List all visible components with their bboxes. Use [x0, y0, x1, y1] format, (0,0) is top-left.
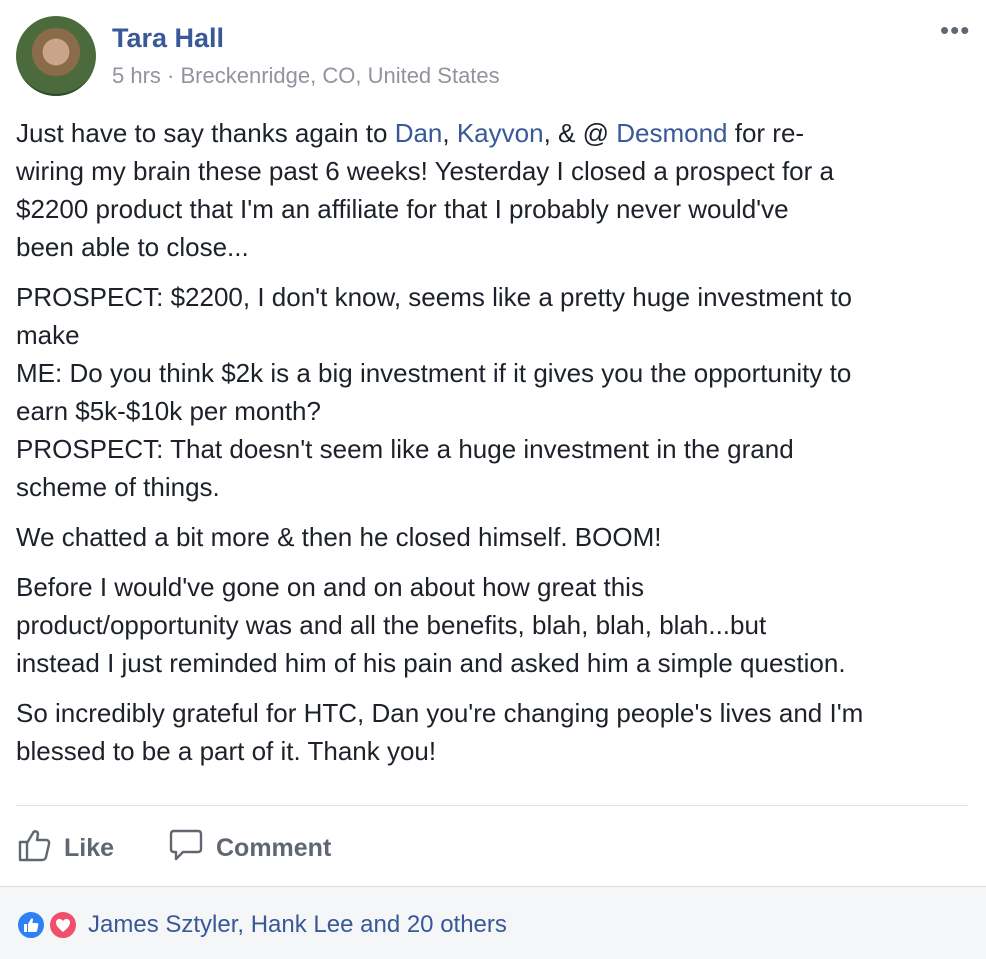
post-meta: 5 hrs · Breckenridge, CO, United States: [112, 62, 500, 90]
text-line: PROSPECT: $2200, I don't know, seems lik…: [16, 282, 852, 312]
text-line: ME: Do you think $2k is a big investment…: [16, 358, 852, 388]
like-button[interactable]: Like: [16, 820, 114, 876]
reactions-summary[interactable]: James Sztyler, Hank Lee and 20 others: [88, 909, 507, 941]
text-line: Before I would've gone on and on about h…: [16, 572, 644, 602]
post-header: Tara Hall 5 hrs · Breckenridge, CO, Unit…: [16, 16, 970, 96]
comment-bubble-icon: [168, 827, 216, 870]
comment-label: Comment: [216, 833, 332, 862]
text-run: , & @: [543, 118, 617, 148]
comment-button[interactable]: Comment: [168, 820, 331, 876]
facebook-post: Tara Hall 5 hrs · Breckenridge, CO, Unit…: [0, 0, 986, 959]
text-line: Just have to say thanks again to Dan, Ka…: [16, 114, 970, 152]
more-options-icon[interactable]: •••: [940, 17, 970, 43]
like-reaction-icon: [16, 910, 46, 940]
mention-kayvon[interactable]: Kayvon: [457, 118, 544, 148]
author-name[interactable]: Tara Hall: [112, 22, 224, 54]
mention-dan[interactable]: Dan: [395, 118, 443, 148]
like-label: Like: [64, 833, 115, 862]
text-line: make: [16, 320, 80, 350]
reactions-bar: James Sztyler, Hank Lee and 20 others: [0, 886, 986, 959]
thumbs-up-icon: [16, 827, 64, 870]
post-actions: Like Comment: [16, 820, 970, 876]
post-paragraph: So incredibly grateful for HTC, Dan you'…: [16, 694, 970, 770]
post-location[interactable]: Breckenridge, CO, United States: [181, 63, 500, 88]
mention-desmond[interactable]: Desmond: [616, 118, 727, 148]
text-line: scheme of things.: [16, 472, 220, 502]
text-run: ,: [442, 118, 457, 148]
post-paragraph: Just have to say thanks again to Dan, Ka…: [16, 114, 970, 266]
text-line: earn $5k-$10k per month?: [16, 396, 321, 426]
divider: [16, 805, 968, 806]
post-timestamp[interactable]: 5 hrs: [112, 63, 161, 88]
text-line: been able to close...: [16, 232, 249, 262]
text-line: So incredibly grateful for HTC, Dan you'…: [16, 698, 864, 728]
post-paragraph: PROSPECT: $2200, I don't know, seems lik…: [16, 278, 970, 506]
text-line: wiring my brain these past 6 weeks! Yest…: [16, 156, 834, 186]
post-body: Just have to say thanks again to Dan, Ka…: [16, 114, 970, 782]
text-line: instead I just reminded him of his pain …: [16, 648, 846, 678]
post-paragraph: Before I would've gone on and on about h…: [16, 568, 970, 682]
text-line: blessed to be a part of it. Thank you!: [16, 736, 437, 766]
text-line: PROSPECT: That doesn't seem like a huge …: [16, 434, 794, 464]
reaction-icons[interactable]: [16, 910, 82, 940]
meta-separator: ·: [167, 63, 175, 88]
author-avatar[interactable]: [16, 16, 96, 96]
text-run: Just have to say thanks again to: [16, 118, 395, 148]
text-run: for re-: [727, 118, 805, 148]
text-line: $2200 product that I'm an affiliate for …: [16, 194, 789, 224]
post-paragraph: We chatted a bit more & then he closed h…: [16, 518, 970, 556]
love-reaction-icon: [48, 910, 78, 940]
text-line: product/opportunity was and all the bene…: [16, 610, 767, 640]
text-line: We chatted a bit more & then he closed h…: [16, 522, 662, 552]
